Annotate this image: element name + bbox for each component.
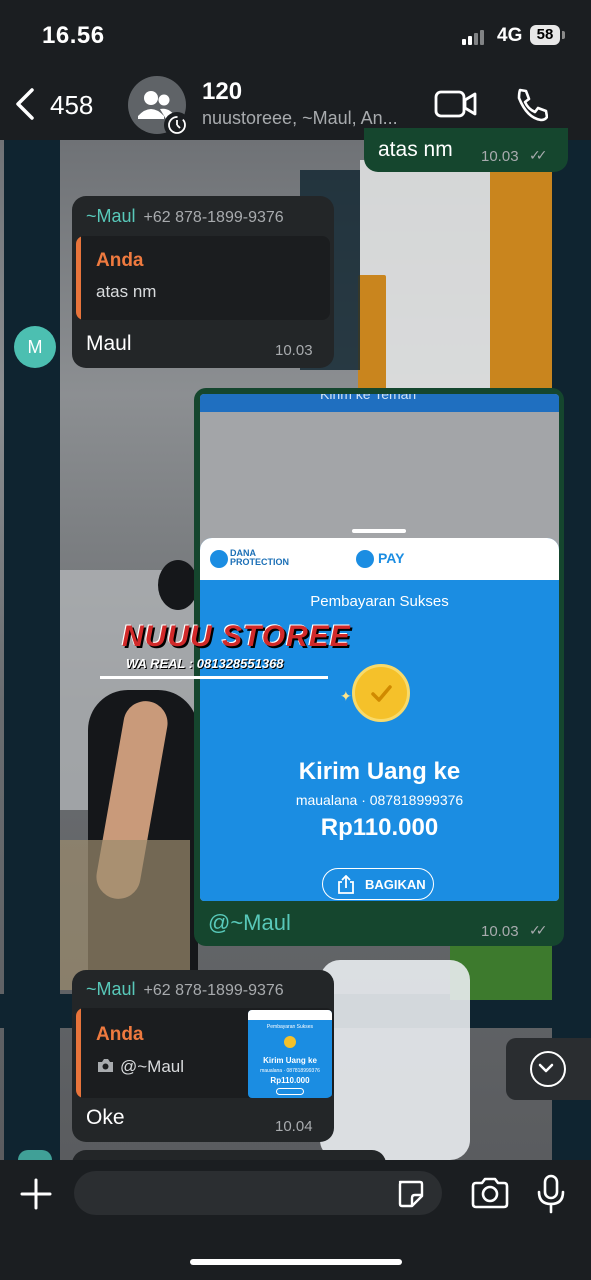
read-ticks-icon: ✓✓ (529, 147, 548, 163)
watermark-underline (100, 676, 328, 679)
phone-icon (517, 88, 549, 122)
sticker-icon (398, 1180, 424, 1208)
status-time: 16.56 (42, 22, 105, 49)
image-caption[interactable]: @~Maul (208, 910, 291, 936)
composer-bar (0, 1160, 591, 1280)
check-icon (371, 685, 392, 702)
sender-number: +62 878-1899-9376 (143, 982, 284, 999)
payment-title: Kirim Uang ke (298, 758, 461, 785)
sender-name[interactable]: ~Maul (86, 979, 136, 999)
share-label: BAGIKAN (365, 877, 426, 892)
thumb-header (248, 1010, 332, 1020)
image-top-bar: Kirim ke Teman (200, 394, 559, 412)
quoted-image-thumbnail: Pembayaran Sukses Kirim Uang ke maualana… (248, 1010, 332, 1098)
thumb-amount: Rp110.000 (270, 1076, 310, 1085)
payment-sheet: DANA PROTECTION PAY Pembayaran Sukses ✦ … (200, 538, 559, 901)
plus-icon (20, 1178, 52, 1210)
dana-pay-label: PAY (378, 550, 405, 566)
sparkle-icon: ✦ (340, 688, 352, 704)
sticker-button[interactable] (395, 1179, 425, 1209)
quote-accent (76, 1008, 81, 1098)
message-time: 10.03 (275, 342, 313, 359)
avatar-peek (18, 1150, 52, 1160)
scroll-to-bottom-button[interactable] (506, 1038, 591, 1100)
message-incoming[interactable]: ~Maul +62 878-1899-9376 Anda atas nm Maul… (72, 196, 334, 368)
thumb-title: Kirim Uang ke (263, 1056, 317, 1065)
unread-count[interactable]: 458 (50, 90, 93, 121)
sender-name[interactable]: ~Maul (86, 206, 136, 226)
attach-button[interactable] (18, 1176, 54, 1212)
chevron-left-icon (16, 88, 34, 120)
message-time: 10.03 (481, 148, 519, 165)
read-ticks-icon: ✓✓ (529, 922, 548, 938)
avatar[interactable]: M (14, 326, 56, 368)
payment-recipient: maualana · 087818999376 (295, 792, 464, 808)
video-call-button[interactable] (434, 88, 478, 120)
group-avatar[interactable] (128, 76, 190, 138)
quote-text: @~Maul (96, 1057, 184, 1077)
watermark-name: NUUU STOREE (122, 620, 351, 653)
thumb-share-button (276, 1088, 304, 1095)
share-button: BAGIKAN (322, 868, 434, 900)
video-camera-icon (434, 90, 477, 118)
camera-icon (98, 1059, 113, 1072)
payment-sheet-header: DANA PROTECTION PAY (200, 538, 559, 580)
signal-icon (462, 27, 486, 45)
sheet-handle (352, 529, 406, 533)
dana-protection-label: DANA PROTECTION (230, 548, 290, 567)
thumb-status: Pembayaran Sukses (266, 1024, 314, 1030)
microphone-icon (537, 1174, 565, 1214)
quoted-message[interactable]: Anda atas nm (76, 236, 330, 320)
sender-number: +62 878-1899-9376 (143, 209, 284, 226)
watermark-contact: WA REAL : 081328551368 (126, 656, 284, 671)
dana-protection-logo-icon (210, 550, 228, 568)
thumb-coin-icon (284, 1036, 296, 1048)
message-text: Oke (86, 1106, 125, 1129)
share-icon (338, 875, 354, 894)
dana-pay-logo-icon (356, 550, 374, 568)
camera-icon (471, 1177, 509, 1209)
thumb-recipient: maualana · 087818999376 (260, 1068, 320, 1074)
success-coin-icon (352, 664, 410, 722)
group-members[interactable]: nuustoreee, ~Maul, An... (202, 108, 398, 129)
quote-sender: Anda (96, 1024, 144, 1045)
camera-button[interactable] (470, 1176, 510, 1212)
image-top-title: Kirim ke Teman (320, 394, 417, 402)
message-incoming[interactable]: ~Maul +62 878-1899-9376 Anda @~Maul Pemba… (72, 970, 334, 1142)
status-bar: 16.56 4G 58 (0, 0, 591, 70)
voice-message-button[interactable] (536, 1174, 566, 1214)
watermark: NUUU STOREE WA REAL : 081328551368 (100, 620, 350, 682)
message-input[interactable] (74, 1171, 442, 1215)
voice-call-button[interactable] (512, 86, 549, 122)
back-button[interactable] (12, 86, 52, 122)
battery-icon: 58 (530, 25, 560, 45)
home-indicator (190, 1259, 402, 1265)
payment-status: Pembayaran Sukses (310, 593, 449, 610)
quote-sender: Anda (96, 250, 144, 271)
battery-tip (562, 31, 565, 39)
quote-accent (76, 236, 81, 320)
disappearing-timer-icon (164, 112, 190, 138)
quote-text-value: @~Maul (120, 1057, 185, 1076)
message-time: 10.04 (275, 1118, 313, 1135)
message-text: Maul (86, 332, 132, 355)
chevron-down-icon (530, 1051, 566, 1087)
message-time: 10.03 (481, 923, 519, 940)
quoted-message[interactable]: Anda @~Maul Pembayaran Sukses Kirim Uang… (76, 1008, 334, 1098)
network-type: 4G (497, 25, 523, 46)
message-outgoing[interactable]: atas nm 10.03 ✓✓ (364, 128, 568, 172)
quote-text: atas nm (96, 282, 157, 301)
group-title[interactable]: 120 (202, 78, 242, 106)
payment-amount: Rp110.000 (320, 814, 439, 841)
message-text: atas nm (378, 138, 453, 161)
